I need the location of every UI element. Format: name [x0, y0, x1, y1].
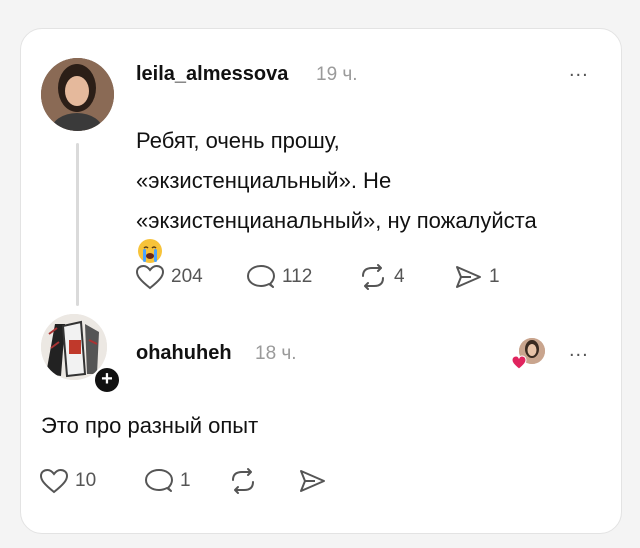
like-count: 204: [171, 266, 203, 287]
repost-count: 4: [394, 266, 405, 287]
thread-card: leila_almessova 19 ч. ... Ребят, очень п…: [20, 28, 622, 534]
post-time: 19 ч.: [316, 64, 358, 85]
loudly-crying-face-icon: [136, 237, 164, 265]
more-options-button[interactable]: ...: [569, 339, 589, 362]
share-count: 1: [489, 266, 500, 287]
heart-badge-icon: [511, 355, 527, 370]
thread-line: [76, 143, 79, 306]
share-button[interactable]: 1: [453, 263, 500, 291]
send-icon: [300, 470, 325, 492]
repost-icon: [362, 264, 384, 290]
heart-icon: [39, 468, 69, 494]
like-button[interactable]: 204: [135, 263, 203, 291]
reply-text: Это про разный опыт: [41, 413, 259, 438]
like-button[interactable]: 10: [39, 467, 96, 495]
post-text-line: Ребят, очень прошу,: [136, 128, 340, 153]
follow-button[interactable]: +: [93, 366, 121, 394]
comment-count: 112: [282, 266, 313, 287]
post-text-line: «экзистенциальный». Не: [136, 168, 392, 193]
send-icon: [456, 266, 481, 288]
post-text: Ребят, очень прошу, «экзистенциальный». …: [136, 121, 606, 241]
repost-button[interactable]: [228, 467, 258, 495]
reply-username[interactable]: ohahuheh: [136, 342, 232, 365]
comment-count: 1: [180, 470, 191, 491]
more-options-button[interactable]: ...: [569, 59, 589, 82]
comment-icon: [247, 265, 275, 288]
post-username[interactable]: leila_almessova: [136, 63, 288, 86]
share-button[interactable]: [297, 467, 327, 495]
avatar[interactable]: [41, 58, 114, 131]
repost-button[interactable]: 4: [358, 263, 405, 291]
comment-button[interactable]: 1: [144, 467, 191, 495]
repost-icon: [232, 468, 254, 494]
heart-icon: [135, 264, 165, 290]
post-text-line: «экзистенцианальный», ну пожалуйста: [136, 208, 537, 233]
like-count: 10: [75, 470, 97, 491]
comment-icon: [145, 469, 173, 492]
comment-button[interactable]: 112: [246, 263, 312, 291]
reply-time: 18 ч.: [255, 343, 297, 364]
